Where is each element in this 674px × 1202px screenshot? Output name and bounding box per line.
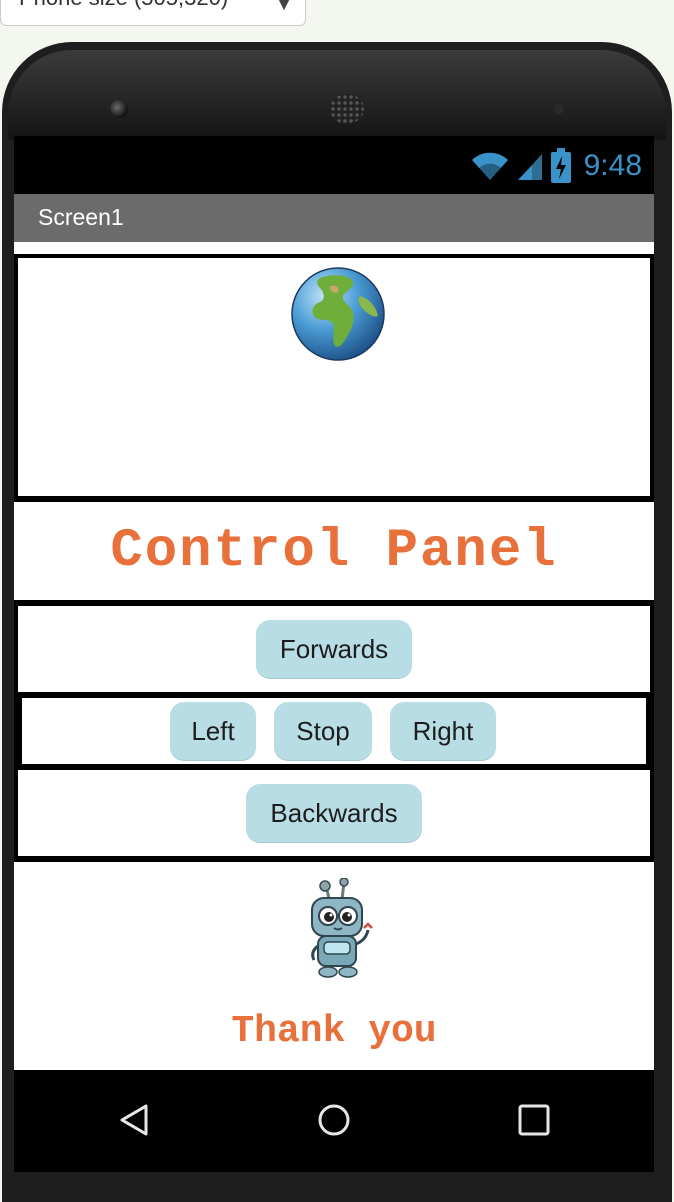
front-camera-icon — [110, 100, 128, 118]
back-triangle-icon[interactable] — [116, 1102, 152, 1138]
phone-screen: 9:48 Screen1 Control Panel Forwards Left… — [14, 136, 654, 1172]
left-button[interactable]: Left — [170, 702, 256, 760]
thanks-panel: Thank you — [14, 862, 654, 1070]
robot-icon — [311, 878, 373, 978]
thank-you-text: Thank you — [231, 1010, 437, 1053]
forwards-button[interactable]: Forwards — [256, 620, 412, 678]
globe-image-panel — [18, 258, 650, 496]
backward-button-row: Backwards — [18, 770, 650, 856]
title-divider — [14, 242, 654, 254]
recents-square-icon[interactable] — [516, 1102, 552, 1138]
stop-button[interactable]: Stop — [274, 702, 372, 760]
control-title-panel: Control Panel — [14, 502, 654, 600]
dropdown-arrow-icon: ▼ — [275, 0, 293, 14]
direction-button-row: Left Stop Right — [22, 698, 646, 764]
backwards-button[interactable]: Backwards — [246, 784, 422, 842]
battery-charging-icon — [550, 148, 571, 183]
phone-top-bezel — [8, 50, 666, 140]
phone-size-dropdown[interactable]: Phone size (505,320) ▼ — [0, 0, 306, 26]
status-time: 9:48 — [583, 149, 642, 182]
signal-icon — [517, 154, 542, 180]
control-panel-title: Control Panel — [110, 520, 558, 582]
speaker-grille-icon — [330, 94, 364, 124]
android-nav-bar — [14, 1070, 654, 1172]
phone-size-value: Phone size (505,320) — [19, 0, 228, 10]
right-button[interactable]: Right — [390, 702, 496, 760]
proximity-sensor-icon — [554, 104, 564, 114]
home-circle-icon[interactable] — [316, 1102, 352, 1138]
wifi-icon — [471, 152, 508, 180]
app-title-bar: Screen1 — [14, 194, 654, 242]
screen-title: Screen1 — [38, 204, 124, 230]
status-bar: 9:48 — [14, 136, 654, 194]
forward-button-row: Forwards — [18, 606, 650, 692]
globe-icon — [291, 267, 385, 361]
